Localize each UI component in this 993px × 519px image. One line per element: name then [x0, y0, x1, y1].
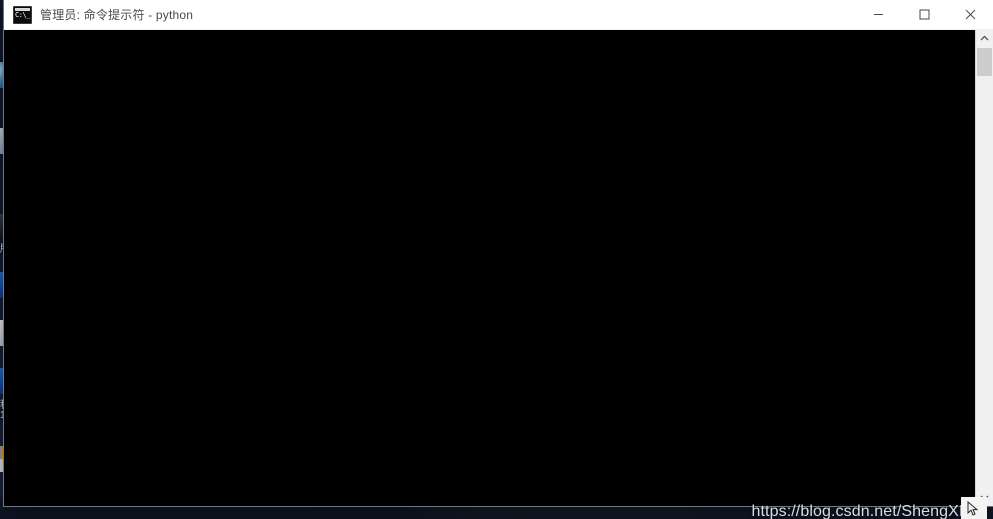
- window-titlebar[interactable]: 管理员: 命令提示符 - python: [4, 0, 993, 30]
- window-title: 管理员: 命令提示符 - python: [40, 8, 194, 22]
- mouse-cursor-icon: [967, 500, 979, 517]
- chevron-up-icon[interactable]: [976, 30, 993, 47]
- console-output: [4, 30, 975, 506]
- scrollbar-thumb[interactable]: [977, 48, 992, 76]
- taskbar-items: [0, 504, 4, 519]
- console-scrollbar[interactable]: [975, 30, 993, 506]
- maximize-button[interactable]: [901, 0, 947, 29]
- console-icon: [13, 5, 32, 24]
- console-body[interactable]: [4, 30, 993, 506]
- screen-root: 版 程 1 管理员: 命令提示符 - python: [0, 0, 993, 519]
- minimize-button[interactable]: [855, 0, 901, 29]
- close-button[interactable]: [947, 0, 993, 29]
- console-window[interactable]: 管理员: 命令提示符 - python: [4, 0, 993, 506]
- window-controls: [855, 0, 993, 29]
- watermark-text: https://blog.csdn.net/ShengXIAB: [751, 503, 985, 519]
